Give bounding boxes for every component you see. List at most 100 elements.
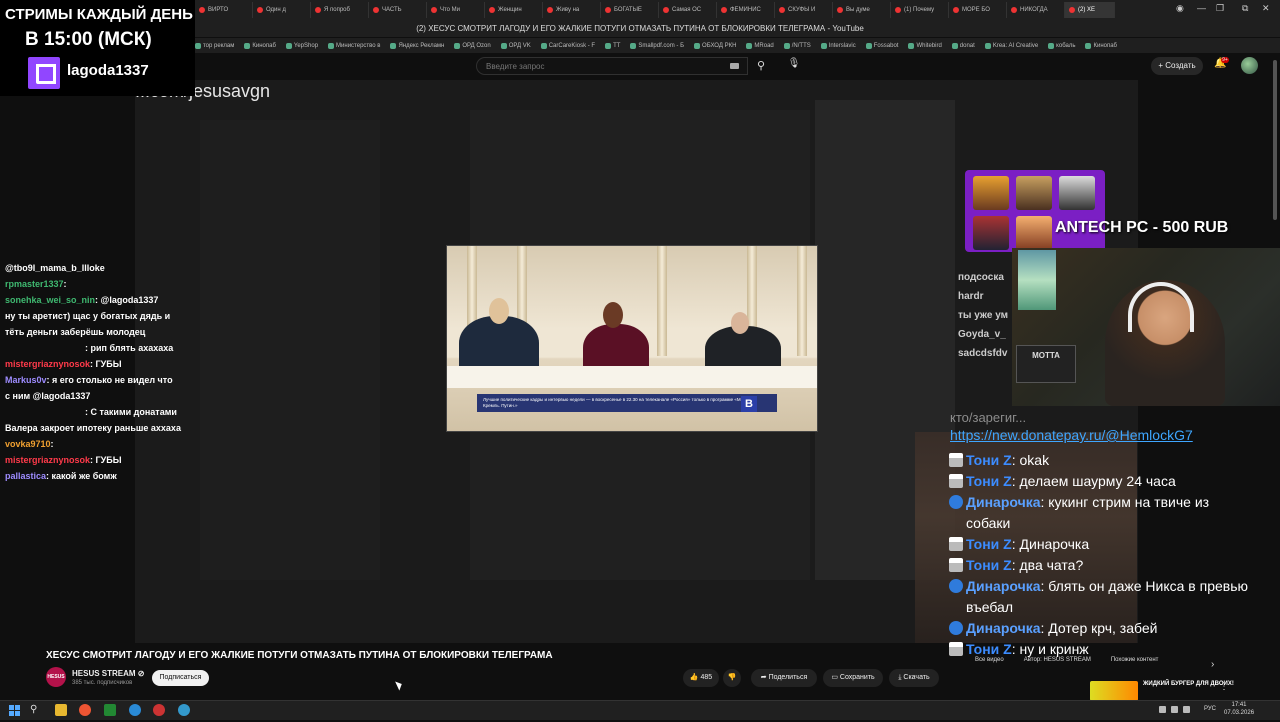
browser-tab-active[interactable]: (2) ХЕ bbox=[1065, 2, 1115, 18]
tab-label: Самая ОС bbox=[672, 7, 702, 13]
bookmark-icon: ▭ bbox=[831, 674, 838, 681]
share-button[interactable]: ➦ Поделиться bbox=[751, 669, 817, 687]
language-indicator[interactable]: РУС bbox=[1204, 706, 1216, 712]
recommendation-thumbnail[interactable] bbox=[1090, 681, 1138, 701]
bookmark[interactable]: ОРД VK bbox=[500, 42, 531, 49]
telegram-icon[interactable] bbox=[129, 704, 141, 716]
clock[interactable]: 17:41 07.03.2026 bbox=[1224, 701, 1254, 717]
microphone-icon[interactable]: 🎙 bbox=[787, 58, 801, 74]
chevron-right-icon[interactable]: › bbox=[1211, 659, 1214, 670]
channel-name[interactable]: HESUS STREAM ⊘ bbox=[72, 669, 145, 678]
download-label: Скачать bbox=[903, 674, 930, 681]
browser-tab[interactable]: Что Ми bbox=[427, 2, 485, 18]
chat-message: Динарочка: кукинг стрим на твиче из соба… bbox=[949, 492, 1249, 534]
browser-tab[interactable]: Женщин bbox=[485, 2, 543, 18]
bookmark[interactable]: Яндекс Рекламн bbox=[390, 42, 444, 49]
bookmark[interactable]: Министерство в bbox=[328, 42, 380, 49]
search-button[interactable]: ⚲ bbox=[748, 57, 774, 75]
bookmark[interactable]: MRoad bbox=[746, 42, 774, 49]
restore-icon[interactable]: ⧉ bbox=[1242, 3, 1248, 14]
search-input[interactable]: Введите запрос bbox=[476, 57, 748, 75]
browser-tab[interactable]: БОГАТЫЕ bbox=[601, 2, 659, 18]
bookmark[interactable]: Fossabot bbox=[865, 42, 898, 49]
mini-chat: подсоска hardr ты уже ум Goyda_v_ sadcdsfdv bbox=[958, 268, 1018, 363]
tab-label: Живу на bbox=[556, 7, 580, 13]
bookmark[interactable]: /N/TTS bbox=[783, 42, 811, 49]
volume-icon[interactable] bbox=[1183, 706, 1190, 713]
page-scrollbar[interactable] bbox=[1273, 60, 1277, 220]
bookmark[interactable]: CarCareKiosk - F bbox=[540, 42, 595, 49]
create-button[interactable]: + Создать bbox=[1151, 57, 1203, 75]
browser-tab[interactable]: Самая ОС bbox=[659, 2, 717, 18]
tab-label: МОРЕ БО bbox=[962, 7, 990, 13]
account-avatar[interactable] bbox=[1241, 57, 1258, 74]
bookmark-favicon-icon bbox=[984, 42, 991, 49]
tray-icon[interactable] bbox=[1159, 706, 1166, 713]
obs-icon[interactable] bbox=[153, 704, 165, 716]
yandex-browser-icon[interactable] bbox=[79, 704, 91, 716]
more-options-icon[interactable]: ⋮ bbox=[1219, 681, 1229, 692]
recommendation-chip[interactable]: Автор: HESUS STREAM bbox=[1024, 657, 1091, 669]
bookmark-favicon-icon bbox=[1048, 42, 1055, 49]
browser-tab[interactable]: МОРЕ БО bbox=[949, 2, 1007, 18]
bookmark[interactable]: Кинопаб bbox=[1085, 42, 1117, 49]
bookmark[interactable]: кобаль bbox=[1048, 42, 1075, 49]
browser-tab[interactable]: Вы думе bbox=[833, 2, 891, 18]
tabs-icon[interactable]: ❐ bbox=[1216, 3, 1224, 14]
file-explorer-icon[interactable] bbox=[55, 704, 67, 716]
wifi-icon[interactable] bbox=[1171, 706, 1178, 713]
windows-start-icon[interactable] bbox=[9, 704, 21, 716]
browser-tab[interactable]: (1) Почему bbox=[891, 2, 949, 18]
browser-tab[interactable]: Один д bbox=[253, 2, 311, 18]
like-button[interactable]: 👍 485 bbox=[683, 669, 719, 687]
keyboard-icon[interactable] bbox=[730, 63, 739, 69]
bookmark-favicon-icon bbox=[630, 42, 637, 49]
browser-icon[interactable] bbox=[178, 704, 190, 716]
profile-icon[interactable]: ◉ bbox=[1176, 3, 1184, 14]
chat-text: : okak bbox=[1011, 452, 1050, 468]
browser-tab[interactable]: ВИРТО bbox=[195, 2, 253, 18]
bookmark[interactable]: donat bbox=[951, 42, 975, 49]
dislike-button[interactable]: 👎 bbox=[723, 669, 741, 687]
youtube-favicon-icon bbox=[1011, 7, 1017, 13]
dislike-icon: 👎 bbox=[727, 674, 737, 681]
bookmark[interactable]: TT bbox=[605, 42, 620, 49]
chat-content: Тони Z: Динарочка bbox=[966, 534, 1089, 555]
recommendation-chip[interactable]: Похожие контент bbox=[1111, 657, 1159, 669]
tab-label: СКУФЫ И bbox=[788, 7, 816, 13]
donation-link[interactable]: https://new.donatepay.ru/@HemlockG7 bbox=[950, 427, 1193, 443]
bookmark[interactable]: Interslavic bbox=[820, 42, 856, 49]
chat-content: Динарочка: кукинг стрим на твиче из соба… bbox=[966, 492, 1249, 534]
channel-avatar[interactable]: HESUS bbox=[46, 667, 66, 687]
bookmark[interactable]: Whitebird bbox=[908, 42, 942, 49]
recommendation-chip[interactable]: Все видео bbox=[975, 657, 1004, 669]
subscribe-button[interactable]: Подписаться bbox=[152, 670, 209, 686]
gift-badge-icon bbox=[949, 642, 963, 656]
bookmark-label: donat bbox=[959, 42, 975, 49]
minimize-icon[interactable]: — bbox=[1197, 3, 1206, 13]
bookmark[interactable]: ОРД Ozon bbox=[454, 42, 491, 49]
app-icon[interactable] bbox=[104, 704, 116, 716]
browser-tab[interactable]: СКУФЫ И bbox=[775, 2, 833, 18]
chat-message: pallastica: какой же бомж bbox=[5, 468, 210, 484]
bookmark[interactable]: тор реклам bbox=[195, 42, 234, 49]
chat-username: sonehka_wei_so_nin bbox=[5, 295, 96, 305]
browser-tab[interactable]: ФЕМИНИС bbox=[717, 2, 775, 18]
download-button[interactable]: ⤓ Скачать bbox=[889, 669, 939, 687]
bookmark[interactable]: Smallpdf.com - Б bbox=[630, 42, 684, 49]
browser-tab[interactable]: Я попроб bbox=[311, 2, 369, 18]
bookmark[interactable]: Кинопаб bbox=[244, 42, 276, 49]
save-label: Сохранить bbox=[839, 674, 875, 681]
chat-content: Тони Z: два чата? bbox=[966, 555, 1083, 576]
bookmark[interactable]: Krea: AI Creative bbox=[984, 42, 1038, 49]
search-icon[interactable]: ⚲ bbox=[30, 704, 42, 716]
bookmark[interactable]: ОБХОД РКН bbox=[694, 42, 736, 49]
youtube-favicon-icon bbox=[605, 7, 611, 13]
close-window-icon[interactable]: ✕ bbox=[1262, 3, 1270, 14]
browser-tab[interactable]: Живу на bbox=[543, 2, 601, 18]
browser-tab[interactable]: ЧАСТЬ bbox=[369, 2, 427, 18]
browser-tab[interactable]: НИКОГДА bbox=[1007, 2, 1065, 18]
bookmark[interactable]: YepShop bbox=[285, 42, 318, 49]
chat-username: Динарочка bbox=[966, 578, 1041, 594]
save-button[interactable]: ▭ Сохранить bbox=[823, 669, 883, 687]
